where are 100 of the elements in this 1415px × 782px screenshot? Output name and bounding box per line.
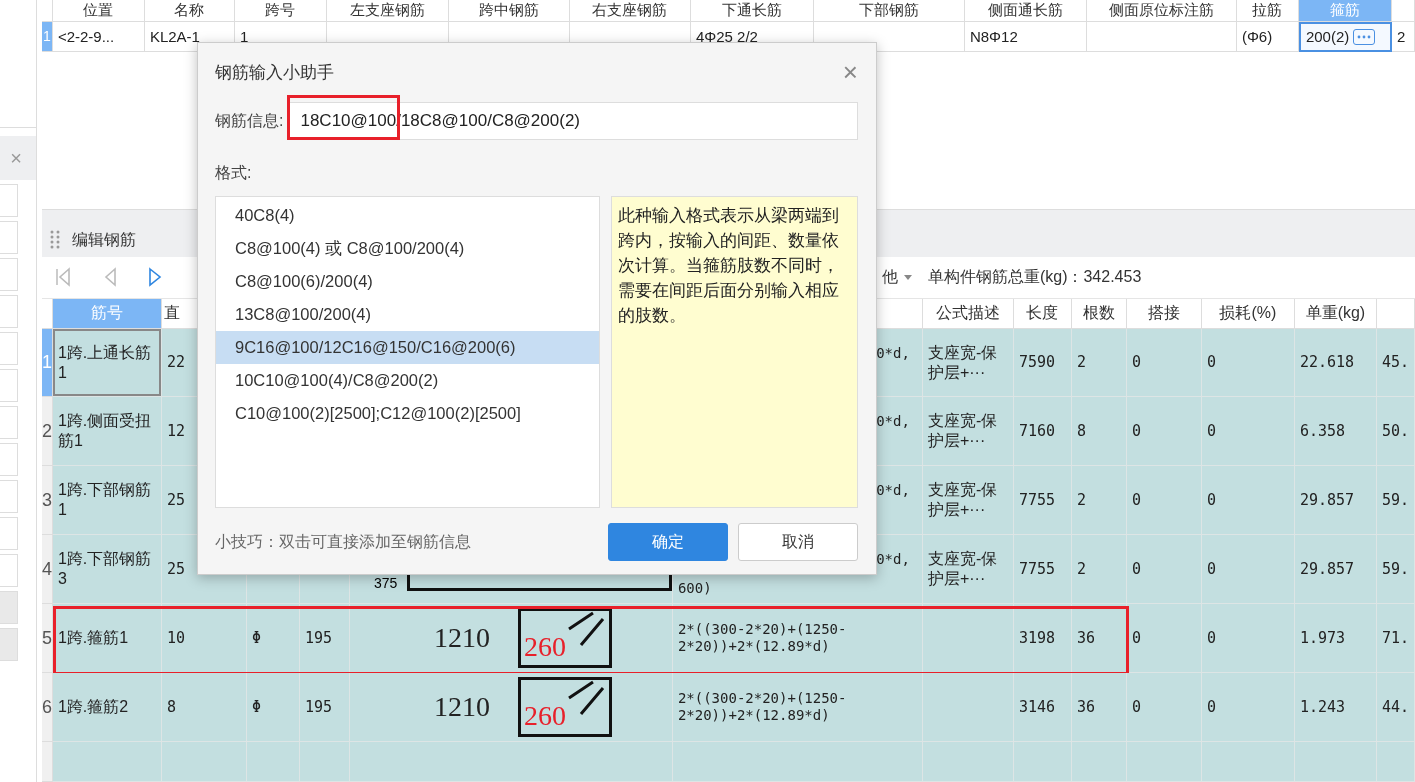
panel-row[interactable] xyxy=(0,221,18,254)
panel-row[interactable] xyxy=(0,184,18,217)
table-cell: 45. xyxy=(1381,353,1409,372)
column-header[interactable]: 根数 xyxy=(1071,298,1127,329)
table-cell: 7755 xyxy=(1018,559,1056,579)
table-cell: 1.243 xyxy=(1299,697,1346,717)
table-cell: 0 xyxy=(1206,422,1216,441)
table-cell: 12 xyxy=(166,422,185,441)
table-cell: 7755 xyxy=(1018,490,1056,510)
list-item[interactable]: 9C16@100/12C16@150/C16@200(6) xyxy=(216,331,599,364)
column-header[interactable]: 左支座钢筋 xyxy=(326,0,449,22)
table-cell: 71. xyxy=(1381,628,1409,648)
panel-row[interactable] xyxy=(0,517,18,550)
panel-row[interactable] xyxy=(0,480,18,513)
panel-row[interactable] xyxy=(0,591,18,624)
row-number[interactable]: 2 xyxy=(41,397,53,467)
table-cell: 22.618 xyxy=(1299,353,1355,372)
panel-row[interactable] xyxy=(0,443,18,476)
length-label: 375 xyxy=(373,575,398,592)
confirm-button[interactable]: 确定 xyxy=(608,523,728,561)
dialog-title: 钢筋输入小助手 xyxy=(215,61,334,84)
table-cell-text: 1跨.下部钢筋3 xyxy=(57,549,153,590)
more-icon[interactable] xyxy=(1353,28,1376,45)
table-cell-text: 支座宽-保护层+··· xyxy=(927,480,999,521)
column-header[interactable]: 拉筋 xyxy=(1236,0,1299,22)
column-header[interactable]: 公式描述 xyxy=(922,298,1014,329)
table-cell: 0 xyxy=(1131,697,1141,717)
table-cell: 8 xyxy=(166,697,176,717)
field-label: 钢筋信息: xyxy=(215,110,284,131)
column-header[interactable]: 右支座钢筋 xyxy=(569,0,691,22)
list-item[interactable]: 13C8@100/200(4) xyxy=(216,298,599,331)
table-cell: 0 xyxy=(1131,490,1141,510)
table-cell: 29.857 xyxy=(1299,490,1355,510)
table-cell: <2-2-9... xyxy=(52,21,145,52)
table-cell: 1跨.箍筋1 xyxy=(57,628,129,649)
list-item[interactable]: C10@100(2)[2500];C12@100(2)[2500] xyxy=(216,397,599,430)
table-cell: 25 xyxy=(166,559,185,579)
table-cell[interactable]: 200(2) xyxy=(1298,21,1392,52)
table-cell-text: 支座宽-保护层+··· xyxy=(927,411,999,452)
column-header xyxy=(41,0,53,22)
column-header[interactable]: 搭接 xyxy=(1126,298,1202,329)
table-cell: 3146 xyxy=(1018,697,1056,717)
column-header[interactable] xyxy=(1391,0,1415,22)
column-header[interactable]: 单重(kg) xyxy=(1294,298,1377,329)
length-label: 1210 xyxy=(433,691,490,724)
width-label: 260 xyxy=(523,702,566,731)
row-number[interactable]: 6 xyxy=(41,673,53,742)
first-icon[interactable] xyxy=(53,266,72,289)
drag-handle-icon[interactable] xyxy=(49,230,60,251)
column-header[interactable]: 损耗(%) xyxy=(1201,298,1295,329)
caret-icon[interactable] xyxy=(903,274,912,280)
table-cell: 29.857 xyxy=(1299,559,1355,579)
column-header[interactable]: 下通长筋 xyxy=(690,0,814,22)
column-header[interactable]: 跨中钢筋 xyxy=(448,0,570,22)
table-cell: 0 xyxy=(1206,697,1216,717)
formula-text: 0*d, xyxy=(876,344,910,363)
list-item[interactable]: 10C10@100(4)/C8@200(2) xyxy=(216,364,599,397)
field-label: 格式: xyxy=(215,163,253,183)
column-header[interactable]: 侧面通长筋 xyxy=(964,0,1087,22)
table-cell: 0 xyxy=(1131,628,1141,648)
list-item[interactable]: 40C8(4) xyxy=(216,199,599,232)
table-cell-text: 1跨.上通长筋1 xyxy=(57,342,153,383)
row-number[interactable]: 5 xyxy=(41,604,53,674)
panel-row[interactable] xyxy=(0,332,18,365)
table-cell: 25 xyxy=(166,490,185,510)
cancel-button[interactable]: 取消 xyxy=(738,523,858,561)
column-header[interactable]: 下部钢筋 xyxy=(813,0,965,22)
list-item[interactable]: C8@100(4) 或 C8@100/200(4) xyxy=(216,232,599,265)
table-cell: (Φ6) xyxy=(1236,21,1299,52)
formula-text: 0*d, xyxy=(876,482,910,500)
table-cell: 2 xyxy=(1076,490,1086,510)
column-header[interactable]: 跨号 xyxy=(234,0,327,22)
panel-row[interactable] xyxy=(0,295,18,328)
list-item[interactable]: C8@100(6)/200(4) xyxy=(216,265,599,298)
row-number[interactable] xyxy=(41,742,53,782)
panel-row[interactable] xyxy=(0,258,18,291)
panel-row[interactable] xyxy=(0,369,18,402)
column-header[interactable]: 位置 xyxy=(52,0,145,22)
column-header[interactable]: 侧面原位标注筋 xyxy=(1086,0,1237,22)
table-cell: 22 xyxy=(166,353,185,372)
table-cell: 1.973 xyxy=(1299,628,1346,648)
table-cell-text: 支座宽-保护层+··· xyxy=(927,549,999,590)
table-cell: 36 xyxy=(1076,697,1095,717)
panel-row[interactable] xyxy=(0,554,18,587)
table-cell: Φ xyxy=(251,697,261,717)
panel-row[interactable] xyxy=(0,406,18,439)
column-header[interactable]: 名称 xyxy=(144,0,235,22)
table-cell: 6.358 xyxy=(1299,422,1346,441)
table-cell: 2 xyxy=(1076,559,1086,579)
formula-text: 0*d, xyxy=(876,551,910,569)
table-cell: N8Φ12 xyxy=(964,21,1087,52)
formula-text: 600) xyxy=(677,579,712,598)
other-menu[interactable]: 他 xyxy=(881,266,898,288)
row-number[interactable]: 4 xyxy=(41,535,53,605)
panel-row[interactable] xyxy=(0,628,18,661)
row-number[interactable]: 3 xyxy=(41,466,53,536)
column-header[interactable]: 长度 xyxy=(1013,298,1072,329)
table-cell: 2 xyxy=(1076,353,1086,372)
table-cell: 10 xyxy=(166,628,185,648)
length-label: 1210 xyxy=(433,622,490,655)
